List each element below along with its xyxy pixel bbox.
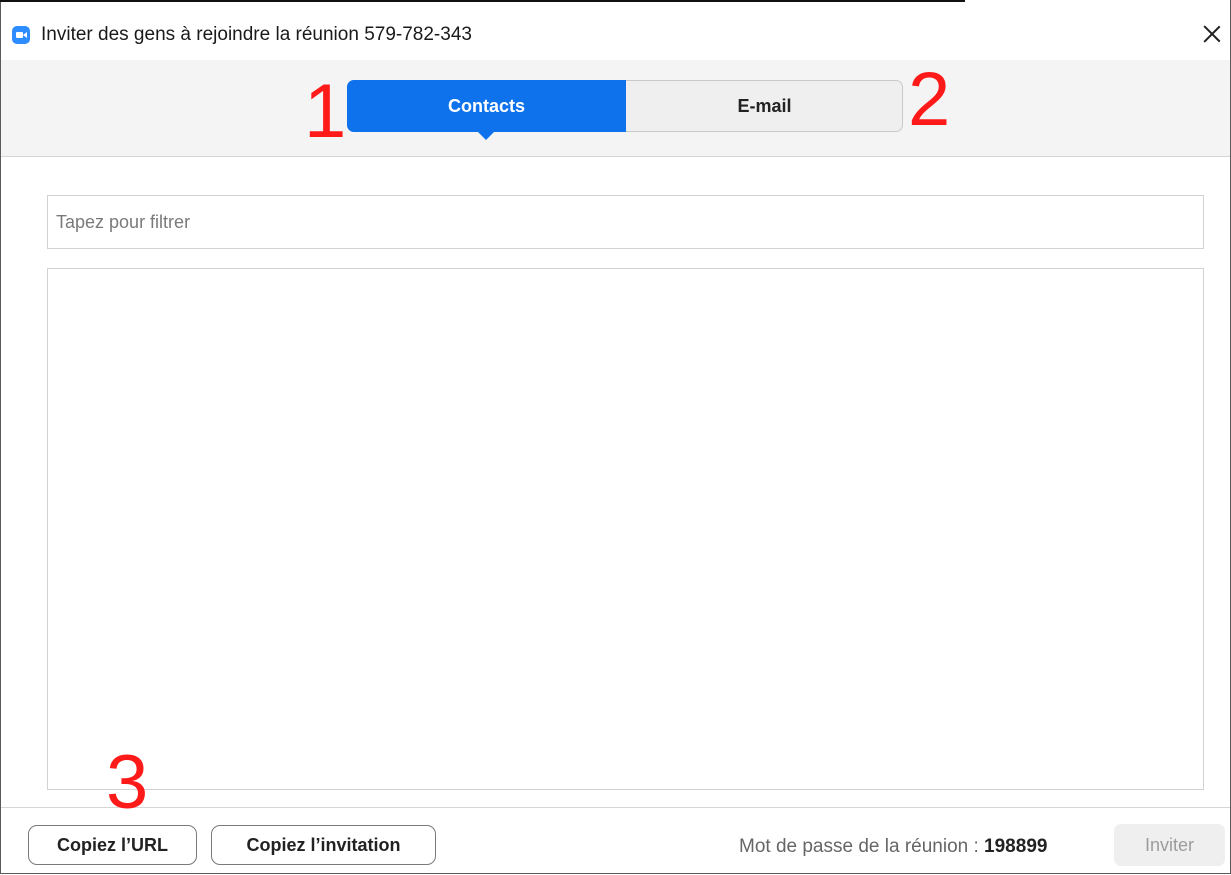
annotation-1: 1 xyxy=(304,69,347,154)
password-label: Mot de passe de la réunion : xyxy=(739,836,979,857)
invite-dialog: Inviter des gens à rejoindre la réunion … xyxy=(0,0,1231,874)
active-tab-pointer xyxy=(477,131,495,140)
invite-button[interactable]: Inviter xyxy=(1114,824,1225,866)
window-title: Inviter des gens à rejoindre la réunion … xyxy=(41,24,472,45)
annotation-3: 3 xyxy=(106,740,149,825)
tab-email-label: E-mail xyxy=(737,96,792,116)
title-bar: Inviter des gens à rejoindre la réunion … xyxy=(1,2,1230,60)
password-value: 198899 xyxy=(984,836,1048,857)
tab-contacts-label: Contacts xyxy=(447,96,525,116)
footer-divider xyxy=(1,807,1230,808)
copy-invitation-button[interactable]: Copiez l’invitation xyxy=(211,825,436,865)
tab-segmented-control: Contacts E-mail xyxy=(347,80,903,140)
window-top-edge xyxy=(0,0,965,2)
contact-list[interactable] xyxy=(47,268,1204,790)
meeting-password: Mot de passe de la réunion : 198899 xyxy=(739,836,1047,858)
zoom-camera-icon xyxy=(12,26,30,44)
copy-url-button[interactable]: Copiez l’URL xyxy=(28,825,197,865)
camera-body xyxy=(16,32,23,38)
close-icon[interactable] xyxy=(1196,18,1228,50)
filter-input[interactable] xyxy=(47,195,1204,249)
tab-email[interactable]: E-mail xyxy=(626,80,903,132)
annotation-2: 2 xyxy=(908,57,951,142)
tab-contacts[interactable]: Contacts xyxy=(347,80,626,140)
camera-lens xyxy=(23,32,27,38)
tab-bar: Contacts E-mail xyxy=(1,60,1230,157)
